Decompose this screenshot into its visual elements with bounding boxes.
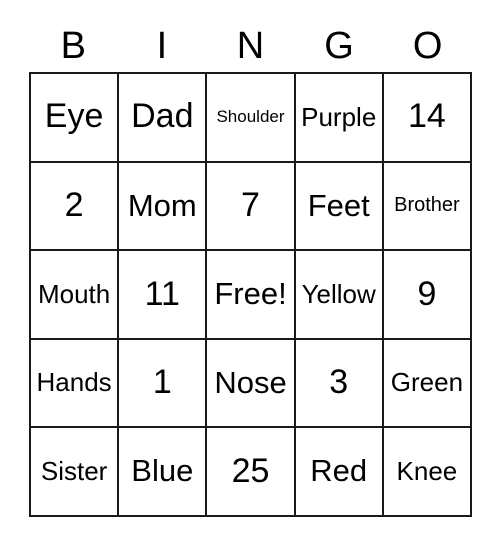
bingo-row: Sister Blue 25 Red Knee: [31, 428, 473, 517]
bingo-cell-label: Green: [390, 367, 464, 398]
bingo-cell-label: 7: [241, 186, 260, 225]
bingo-row: Hands 1 Nose 3 Green: [31, 339, 473, 429]
bingo-cell-b4[interactable]: Hands: [31, 339, 120, 429]
bingo-cell-label: Red: [310, 453, 368, 489]
bingo-cell-label: Sister: [40, 456, 108, 487]
bingo-cell-o3[interactable]: 9: [383, 251, 473, 340]
bingo-header-letter-n: N: [236, 25, 265, 67]
bingo-cell-label: Mouth: [37, 278, 111, 309]
bingo-header-row: B I N G O: [29, 20, 472, 72]
bingo-cell-b3[interactable]: Mouth: [31, 251, 120, 340]
bingo-cell-n4[interactable]: Nose: [207, 339, 296, 429]
bingo-cell-i1[interactable]: Dad: [119, 74, 208, 163]
bingo-cell-label: 9: [417, 274, 437, 313]
bingo-cell-o5[interactable]: Knee: [383, 428, 473, 517]
bingo-header-letter-b: B: [60, 25, 86, 67]
bingo-cell-g4[interactable]: 3: [295, 339, 384, 429]
bingo-cell-o2[interactable]: Brother: [383, 162, 473, 252]
bingo-cell-label: Blue: [131, 453, 194, 489]
bingo-cell-i5[interactable]: Blue: [119, 428, 208, 517]
bingo-cell-free-space[interactable]: Free!: [207, 251, 296, 340]
bingo-cell-label: Purple: [301, 101, 377, 132]
bingo-cell-label: Mom: [127, 187, 197, 223]
bingo-cell-label: Eye: [44, 97, 104, 136]
bingo-header-letter-o: O: [412, 25, 443, 67]
bingo-cell-label: Shoulder: [216, 107, 285, 127]
bingo-cell-label: Knee: [396, 456, 458, 487]
bingo-cell-o4[interactable]: Green: [383, 339, 473, 429]
bingo-cell-g1[interactable]: Purple: [295, 74, 384, 163]
bingo-cell-label: Brother: [394, 194, 460, 217]
bingo-cell-label: 1: [152, 363, 172, 402]
bingo-cell-n1[interactable]: Shoulder: [207, 74, 296, 163]
bingo-header-letter-g: G: [324, 25, 354, 67]
bingo-cell-label: Feet: [307, 187, 370, 223]
bingo-cell-label: 25: [231, 451, 270, 490]
bingo-cell-b5[interactable]: Sister: [31, 428, 120, 517]
bingo-cell-label: Yellow: [301, 278, 376, 309]
bingo-cell-label: Nose: [214, 364, 287, 400]
bingo-cell-label: 14: [408, 97, 446, 136]
bingo-cell-b2[interactable]: 2: [31, 162, 120, 252]
bingo-cell-label: 11: [144, 274, 180, 313]
bingo-grid: Eye Dad Shoulder Purple 14 2 Mom 7 Feet …: [29, 72, 473, 517]
bingo-row: Eye Dad Shoulder Purple 14: [31, 74, 473, 163]
bingo-cell-i4[interactable]: 1: [119, 339, 208, 429]
bingo-card: B I N G O Eye Dad Shoulder Purple 14 2 M…: [29, 20, 473, 517]
bingo-cell-b1[interactable]: Eye: [31, 74, 120, 163]
bingo-cell-i2[interactable]: Mom: [119, 162, 208, 252]
bingo-cell-label: Hands: [36, 367, 112, 398]
bingo-cell-g3[interactable]: Yellow: [295, 251, 384, 340]
bingo-row: 2 Mom 7 Feet Brother: [31, 162, 473, 252]
bingo-cell-label: Dad: [131, 97, 194, 136]
bingo-cell-n2[interactable]: 7: [207, 162, 296, 252]
bingo-cell-n5[interactable]: 25: [207, 428, 296, 517]
bingo-cell-i3[interactable]: 11: [119, 251, 208, 340]
bingo-header-letter-i: I: [156, 25, 168, 67]
bingo-cell-g5[interactable]: Red: [295, 428, 384, 517]
bingo-cell-o1[interactable]: 14: [383, 74, 473, 163]
bingo-cell-label: 3: [329, 363, 349, 402]
bingo-row: Mouth 11 Free! Yellow 9: [31, 251, 473, 340]
bingo-cell-label: 2: [64, 186, 84, 225]
bingo-free-space-label: Free!: [214, 276, 287, 312]
bingo-cell-g2[interactable]: Feet: [295, 162, 384, 252]
